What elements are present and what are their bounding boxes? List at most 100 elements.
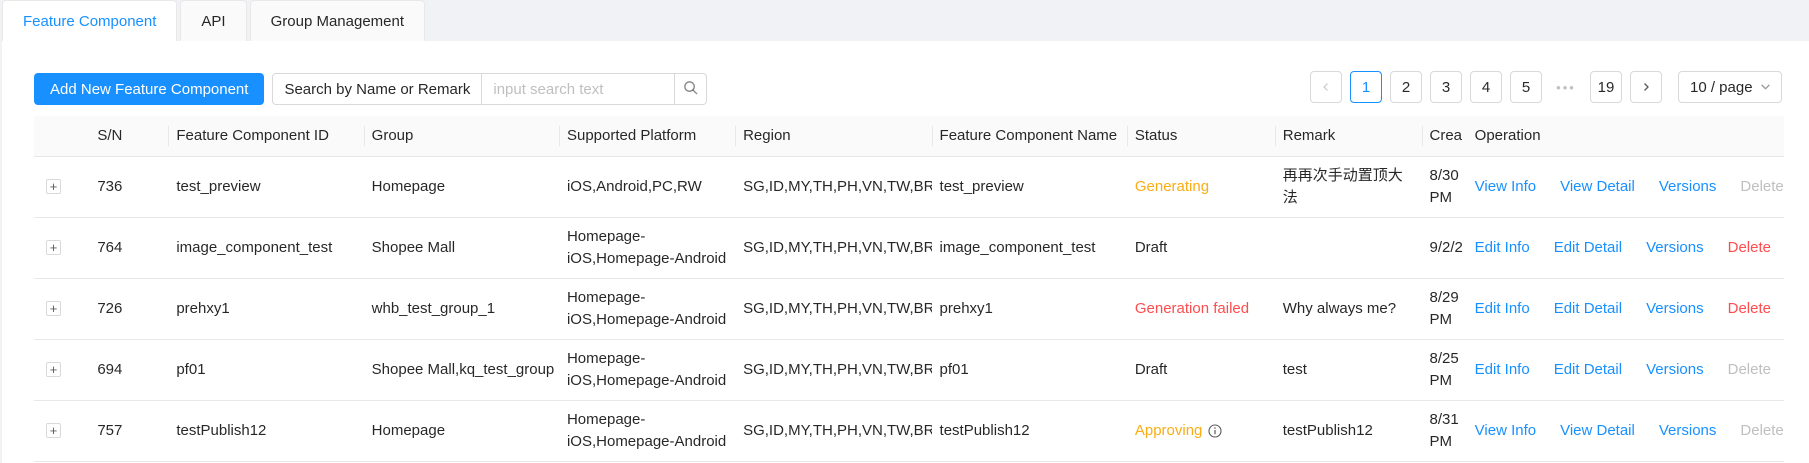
cell-sn: 726 <box>89 278 169 340</box>
col-expand <box>34 116 90 157</box>
cell-sn: 736 <box>89 156 169 218</box>
prev-page-button[interactable] <box>1310 71 1342 103</box>
versions-link[interactable]: Versions <box>1659 420 1717 442</box>
delete-link[interactable]: Delete <box>1740 420 1783 442</box>
page-5[interactable]: 5 <box>1510 71 1542 103</box>
cell-region: SG,ID,MY,TH,PH,VN,TW,BR,MX,CO,CL,PL,ES,A… <box>735 217 932 279</box>
delete-link[interactable]: Delete <box>1728 298 1771 320</box>
operations: Edit Info Edit Detail Versions Delete <box>1475 237 1776 259</box>
cell-remark: Why always me? <box>1274 278 1422 340</box>
feature-component-table: S/N Feature Component ID Group Supported… <box>34 116 1784 462</box>
page-size-select[interactable]: 10 / page <box>1678 71 1782 103</box>
table-row: + 726 prehxy1 whb_test_group_1 Homepage-… <box>34 278 1784 340</box>
search-icon <box>683 80 698 99</box>
cell-remark: testPublish12 <box>1274 400 1422 462</box>
col-region: Region <box>735 116 932 157</box>
status-badge: Generating <box>1134 177 1210 195</box>
next-page-button[interactable] <box>1630 71 1662 103</box>
cell-status: Draft <box>1126 339 1275 401</box>
search-group: Search by Name or Remark <box>272 73 708 105</box>
page-2[interactable]: 2 <box>1390 71 1422 103</box>
cell-id: prehxy1 <box>168 278 364 340</box>
delete-link[interactable]: Delete <box>1740 176 1783 198</box>
status-badge: Draft <box>1134 238 1168 256</box>
table-row: + 694 pf01 Shopee Mall,kq_test_group Hom… <box>34 339 1784 401</box>
pagination: 1 2 3 4 5 ••• 19 10 / page <box>1302 71 1782 103</box>
col-created: Crea <box>1421 116 1467 157</box>
view-detail-link[interactable]: View Detail <box>1560 176 1635 198</box>
edit-detail-link[interactable]: Edit Detail <box>1554 298 1622 320</box>
cell-created: 9/2/2 <box>1421 217 1467 279</box>
cell-created: 8/25 PM <box>1421 339 1467 401</box>
versions-link[interactable]: Versions <box>1646 298 1704 320</box>
operations: View Info View Detail Versions Delete <box>1475 176 1784 198</box>
cell-id: image_component_test <box>168 217 364 279</box>
col-remark: Remark <box>1274 116 1422 157</box>
page-4[interactable]: 4 <box>1470 71 1502 103</box>
view-info-link[interactable]: View Info <box>1475 420 1536 442</box>
page-19[interactable]: 19 <box>1590 71 1622 103</box>
search-input[interactable] <box>482 73 676 105</box>
col-supported-platform: Supported Platform <box>558 116 736 157</box>
page-3[interactable]: 3 <box>1430 71 1462 103</box>
table-header-row: S/N Feature Component ID Group Supported… <box>34 116 1784 157</box>
operations: Edit Info Edit Detail Versions Delete <box>1475 359 1776 381</box>
info-circle-icon[interactable] <box>1208 423 1222 438</box>
add-feature-component-button[interactable]: Add New Feature Component <box>34 73 265 105</box>
cell-sn: 757 <box>89 400 169 462</box>
cell-status: Generating <box>1126 156 1275 218</box>
expand-row-button[interactable]: + <box>46 361 61 377</box>
edit-info-link[interactable]: Edit Info <box>1475 237 1530 259</box>
versions-link[interactable]: Versions <box>1646 237 1704 259</box>
status-badge: Generation failed <box>1134 299 1250 317</box>
delete-link[interactable]: Delete <box>1728 359 1771 381</box>
tab-api[interactable]: API <box>180 0 247 41</box>
status-text: Approving <box>1134 421 1203 439</box>
versions-link[interactable]: Versions <box>1659 176 1717 198</box>
cell-created: 8/29 PM <box>1421 278 1467 340</box>
cell-group: whb_test_group_1 <box>363 278 559 340</box>
cell-status: Generation failed <box>1126 278 1275 340</box>
cell-platform: iOS,Android,PC,RW <box>558 156 736 218</box>
cell-sn: 764 <box>89 217 169 279</box>
view-info-link[interactable]: View Info <box>1475 176 1536 198</box>
status-badge: Approving <box>1135 420 1223 442</box>
page-1[interactable]: 1 <box>1350 71 1382 103</box>
table-row: + 757 testPublish12 Homepage Homepage-iO… <box>34 400 1784 462</box>
expand-row-button[interactable]: + <box>46 178 61 194</box>
view-detail-link[interactable]: View Detail <box>1560 420 1635 442</box>
cell-id: pf01 <box>168 339 364 401</box>
cell-name: test_preview <box>931 156 1127 218</box>
cell-name: image_component_test <box>931 217 1127 279</box>
cell-platform: Homepage-iOS,Homepage-Android <box>558 217 736 279</box>
expand-row-button[interactable]: + <box>46 422 61 438</box>
expand-row-button[interactable]: + <box>46 300 61 316</box>
versions-link[interactable]: Versions <box>1646 359 1704 381</box>
cell-id: test_preview <box>168 156 364 218</box>
tab-feature-component[interactable]: Feature Component <box>2 0 178 42</box>
search-mode-select[interactable]: Search by Name or Remark <box>272 73 483 105</box>
content-panel: Add New Feature Component Search by Name… <box>2 41 1809 463</box>
cell-name: pf01 <box>931 339 1127 401</box>
chevron-down-icon <box>1760 79 1771 96</box>
cell-status: Approving <box>1126 400 1275 462</box>
cell-region: SG,ID,MY,TH,PH,VN,TW,BR,MX,CO,CL,PL,ES,A… <box>735 400 932 462</box>
cell-region: SG,ID,MY,TH,PH,VN,TW,BR,MX,CO,CL,PL,ES,A… <box>735 156 932 218</box>
edit-detail-link[interactable]: Edit Detail <box>1554 359 1622 381</box>
col-operation: Operation <box>1466 116 1784 157</box>
cell-remark: test <box>1274 339 1422 401</box>
edit-info-link[interactable]: Edit Info <box>1475 359 1530 381</box>
expand-row-button[interactable]: + <box>46 239 61 255</box>
edit-detail-link[interactable]: Edit Detail <box>1554 237 1622 259</box>
search-button[interactable] <box>675 73 708 105</box>
cell-group: Homepage <box>363 400 559 462</box>
edit-info-link[interactable]: Edit Info <box>1475 298 1530 320</box>
delete-link[interactable]: Delete <box>1728 237 1771 259</box>
chevron-left-icon <box>1321 79 1331 96</box>
page-ellipsis[interactable]: ••• <box>1550 71 1582 103</box>
tab-group-management[interactable]: Group Management <box>249 0 426 41</box>
col-feature-component-name: Feature Component Name <box>931 116 1127 157</box>
cell-created: 8/31 PM <box>1421 400 1467 462</box>
operations: View Info View Detail Versions Delete <box>1475 420 1784 442</box>
toolbar: Add New Feature Component Search by Name… <box>34 73 708 105</box>
